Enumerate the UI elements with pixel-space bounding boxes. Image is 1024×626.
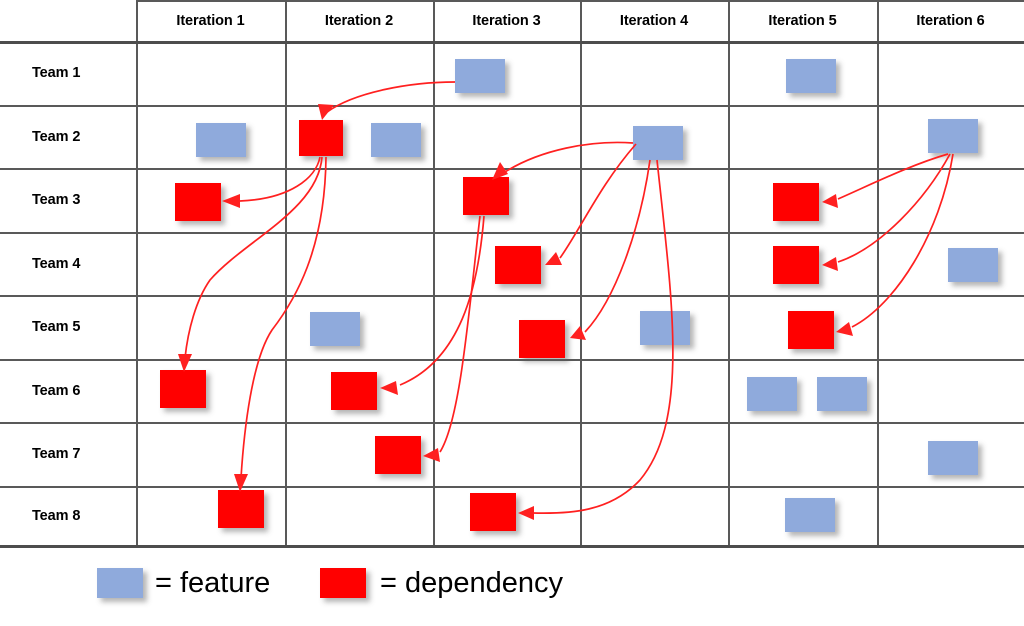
grid-vline (285, 0, 287, 545)
dependency-card[interactable] (773, 246, 819, 284)
grid-hline (0, 232, 1024, 234)
feature-card[interactable] (310, 312, 360, 346)
grid-hline (0, 105, 1024, 107)
grid-hline (136, 0, 1024, 2)
arrow-t2i6-to-t5i5 (836, 153, 954, 336)
grid-vline (877, 0, 879, 545)
arrow-t2i6-to-t3i5 (822, 153, 949, 208)
dependency-card[interactable] (218, 490, 264, 528)
grid-hline (0, 359, 1024, 361)
feature-card[interactable] (948, 248, 998, 282)
feature-card[interactable] (640, 311, 690, 345)
legend-swatch-dependency (320, 568, 366, 598)
feature-card[interactable] (786, 59, 836, 93)
dependency-card[interactable] (519, 320, 565, 358)
grid-hline (0, 545, 1024, 548)
arrow-t3i3-to-t6i2 (380, 215, 485, 395)
row-header-team-6[interactable]: Team 6 (32, 380, 80, 402)
column-header-iteration-1[interactable]: Iteration 1 (136, 8, 285, 34)
legend-label-dependency: = dependency (380, 567, 564, 599)
column-header-iteration-3[interactable]: Iteration 3 (433, 8, 580, 34)
row-header-team-3[interactable]: Team 3 (32, 189, 80, 211)
grid-hline (0, 486, 1024, 488)
column-header-iteration-6[interactable]: Iteration 6 (877, 8, 1024, 34)
arrow-t2i4-to-t5i3 (570, 159, 651, 340)
feature-card[interactable] (196, 123, 246, 157)
column-header-iteration-4[interactable]: Iteration 4 (580, 8, 728, 34)
feature-card[interactable] (785, 498, 835, 532)
grid-hline (0, 295, 1024, 297)
dependency-card[interactable] (331, 372, 377, 410)
row-header-team-1[interactable]: Team 1 (32, 62, 80, 84)
dependency-card[interactable] (495, 246, 541, 284)
dependency-card[interactable] (299, 120, 343, 156)
dependency-card[interactable] (773, 183, 819, 221)
legend-swatch-feature (97, 568, 143, 598)
feature-card[interactable] (928, 441, 978, 475)
arrow-t2i4-to-t3i3 (492, 141, 634, 180)
row-header-team-4[interactable]: Team 4 (32, 253, 80, 275)
feature-card[interactable] (817, 377, 867, 411)
grid-vline (580, 0, 582, 545)
row-header-team-2[interactable]: Team 2 (32, 126, 80, 148)
grid-vline (433, 0, 435, 545)
dependency-card[interactable] (788, 311, 834, 349)
feature-card[interactable] (747, 377, 797, 411)
feature-card[interactable] (371, 123, 421, 157)
legend-label-feature: = feature (155, 567, 271, 599)
arrow-t2i4-to-t4i3 (545, 143, 637, 265)
dependency-card[interactable] (160, 370, 206, 408)
feature-card[interactable] (928, 119, 978, 153)
column-header-iteration-5[interactable]: Iteration 5 (728, 8, 877, 34)
feature-card[interactable] (633, 126, 683, 160)
grid-hline (0, 422, 1024, 424)
dependency-card[interactable] (375, 436, 421, 474)
column-header-iteration-2[interactable]: Iteration 2 (285, 8, 433, 34)
grid-hline (0, 168, 1024, 170)
grid-vline (728, 0, 730, 545)
dependency-arrows-layer (178, 81, 954, 520)
dependency-card[interactable] (175, 183, 221, 221)
arrow-t3i3-to-t7i2 (423, 215, 481, 462)
dependency-card[interactable] (463, 177, 509, 215)
arrow-t2i2-to-t3i1 (222, 156, 321, 208)
grid-vline (136, 0, 138, 545)
row-header-team-5[interactable]: Team 5 (32, 316, 80, 338)
grid-hline (0, 41, 1024, 44)
legend: = feature = dependency (0, 556, 1024, 618)
arrow-t2i6-to-t4i5 (822, 153, 951, 271)
row-header-team-8[interactable]: Team 8 (32, 505, 80, 527)
feature-card[interactable] (455, 59, 505, 93)
dependency-card[interactable] (470, 493, 516, 531)
row-header-team-7[interactable]: Team 7 (32, 443, 80, 465)
program-board: Iteration 1 Iteration 2 Iteration 3 Iterati… (0, 0, 1024, 626)
